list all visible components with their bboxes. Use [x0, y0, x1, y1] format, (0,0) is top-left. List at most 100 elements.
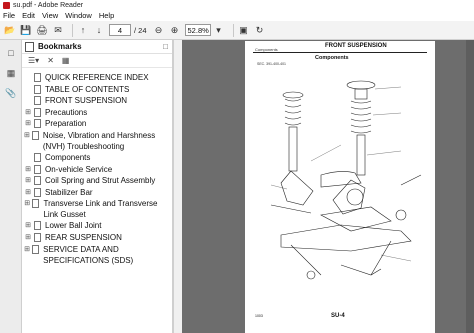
- bookmark-item[interactable]: ⊞ Transverse Link and Transverse Link Gus…: [22, 198, 172, 220]
- zoom-in-icon[interactable]: ⊕: [169, 24, 181, 36]
- bookmark-page-icon: [34, 221, 41, 231]
- bookmarks-panel-header: Bookmarks □: [22, 40, 172, 54]
- print-icon[interactable]: 🖨: [36, 24, 48, 36]
- bookmarks-panel-title: Bookmarks: [38, 42, 82, 51]
- page-total: / 24: [134, 25, 147, 35]
- save-icon[interactable]: 💾: [20, 24, 32, 36]
- pages-icon[interactable]: □: [4, 46, 18, 60]
- bookmark-list: QUICK REFERENCE INDEX TABLE OF CONTENTS FR…: [22, 68, 172, 266]
- bookmark-item[interactable]: TABLE OF CONTENTS: [22, 84, 172, 96]
- open-icon[interactable]: 📂: [4, 24, 16, 36]
- bookmark-page-icon: [34, 232, 41, 242]
- bookmark-label: QUICK REFERENCE INDEX: [45, 73, 149, 82]
- expand-plus-icon[interactable]: ⊞: [24, 244, 30, 255]
- expand-plus-icon[interactable]: ⊞: [24, 164, 32, 175]
- bookmark-page-icon: [34, 84, 41, 94]
- adobe-reader-icon: [3, 1, 10, 9]
- bookmark-label: Transverse Link and Transverse Link Guss…: [43, 199, 158, 220]
- page-number-input[interactable]: 4: [109, 24, 131, 36]
- suspension-diagram: [270, 80, 422, 280]
- bookmark-page-icon: [34, 152, 41, 162]
- bookmark-label: Coil Spring and Strut Assembly: [45, 176, 156, 186]
- title-bar: su.pdf - Adobe Reader: [0, 0, 474, 10]
- expand-plus-icon[interactable]: ⊞: [24, 130, 30, 141]
- zoom-level-field[interactable]: 52.8%: [184, 24, 211, 36]
- bookmark-page-icon: [34, 107, 41, 117]
- window-title: su.pdf - Adobe Reader: [13, 1, 84, 9]
- document-viewer: Components FRONT SUSPENSION Components S…: [182, 40, 474, 333]
- attachments-icon[interactable]: 📎: [4, 86, 18, 100]
- email-icon[interactable]: ✉: [52, 24, 64, 36]
- bookmark-label: Lower Ball Joint: [45, 221, 102, 231]
- expand-plus-icon[interactable]: ⊞: [24, 232, 32, 243]
- zoom-out-icon[interactable]: ⊖: [153, 24, 165, 36]
- bookmark-label: Stabilizer Bar: [45, 187, 93, 197]
- menu-help[interactable]: Help: [99, 11, 114, 20]
- bookmark-item[interactable]: FRONT SUSPENSION: [22, 95, 172, 107]
- bookmark-options-icon[interactable]: ☰▾: [28, 56, 39, 65]
- navigation-rail: □ ▦ 📎: [0, 40, 22, 333]
- expand-plus-icon[interactable]: ⊞: [24, 187, 32, 198]
- bookmark-label: SERVICE DATA AND SPECIFICATIONS (SDS): [43, 244, 134, 265]
- page-footer-left: 1003: [255, 314, 263, 318]
- expand-bookmark-icon[interactable]: ▦: [62, 56, 70, 65]
- bookmark-item[interactable]: ⊞ Noise, Vibration and Harshness (NVH) Tr…: [22, 130, 172, 152]
- document-scrollbar[interactable]: [466, 40, 474, 333]
- bookmark-label: Precautions: [45, 107, 88, 117]
- bookmark-label: FRONT SUSPENSION: [45, 96, 128, 106]
- bookmark-label: REAR SUSPENSION: [45, 232, 122, 242]
- bookmarks-toolbar: ☰▾ ✕ ▦: [22, 54, 172, 68]
- bookmark-page-icon: [34, 96, 41, 106]
- bookmark-item[interactable]: Components: [22, 152, 172, 164]
- bookmark-item[interactable]: ⊞ Lower Ball Joint: [22, 220, 172, 232]
- page-number-label: SU-4: [331, 313, 345, 319]
- bookmark-item[interactable]: ⊞ SERVICE DATA AND SPECIFICATIONS (SDS): [22, 244, 172, 266]
- zoom-dropdown-icon[interactable]: ▾: [213, 24, 225, 36]
- bookmark-page-icon: [34, 119, 41, 129]
- expand-plus-icon[interactable]: ⊞: [24, 220, 32, 231]
- bookmark-item[interactable]: ⊞ Precautions: [22, 107, 172, 119]
- menu-edit[interactable]: Edit: [22, 11, 35, 20]
- bookmark-page-icon: [34, 73, 41, 82]
- bookmark-icon: [25, 41, 34, 52]
- bookmark-label: TABLE OF CONTENTS: [45, 84, 130, 94]
- menu-window[interactable]: Window: [65, 11, 92, 20]
- bookmarks-icon[interactable]: ▦: [4, 66, 18, 80]
- bookmark-page-icon: [34, 164, 41, 174]
- bookmarks-panel: Bookmarks □ ☰▾ ✕ ▦ QUICK REFERENCE INDEX…: [22, 40, 174, 333]
- page-section-header: FRONT SUSPENSION: [325, 43, 387, 49]
- expand-plus-icon[interactable]: ⊞: [24, 175, 32, 186]
- menu-view[interactable]: View: [42, 11, 58, 20]
- bookmark-item[interactable]: ⊞ Coil Spring and Strut Assembly: [22, 175, 172, 187]
- menu-file[interactable]: File: [3, 11, 15, 20]
- bookmark-page-icon: [34, 187, 41, 197]
- bookmark-page-icon: [34, 176, 41, 186]
- bookmark-page-icon: [32, 244, 40, 254]
- bookmark-item[interactable]: ⊞ Stabilizer Bar: [22, 187, 172, 199]
- menu-bar: File Edit View Window Help: [0, 10, 474, 21]
- bookmark-label: On-vehicle Service: [45, 164, 113, 174]
- close-icon[interactable]: □: [163, 42, 168, 51]
- bookmark-label: Preparation: [45, 119, 87, 129]
- toolbar: 📂 💾 🖨 ✉ ↑ ↓ 4 / 24 ⊖ ⊕ 52.8% ▾ ▣ ↻: [0, 21, 474, 40]
- panel-scrollbar[interactable]: [174, 40, 182, 333]
- expand-plus-icon[interactable]: ⊞: [24, 118, 32, 129]
- toolbar-divider: [72, 23, 73, 37]
- fit-page-icon[interactable]: ▣: [238, 24, 250, 36]
- bookmark-label: Components: [45, 152, 91, 162]
- expand-plus-icon[interactable]: ⊞: [24, 107, 32, 118]
- bookmark-page-icon: [31, 130, 39, 140]
- expand-plus-icon[interactable]: ⊞: [24, 198, 30, 209]
- toolbar-divider: [232, 23, 234, 37]
- previous-page-icon[interactable]: ↑: [77, 24, 89, 36]
- bookmark-label: Noise, Vibration and Harshness (NVH) Tro…: [42, 130, 156, 151]
- rotate-icon[interactable]: ↻: [254, 24, 266, 36]
- bookmark-item[interactable]: ⊞ REAR SUSPENSION: [22, 232, 172, 244]
- bookmark-item[interactable]: ⊞ On-vehicle Service: [22, 164, 172, 176]
- delete-bookmark-icon[interactable]: ✕: [47, 56, 54, 65]
- pdf-page: Components FRONT SUSPENSION Components S…: [245, 41, 435, 333]
- page-heading: Components: [315, 55, 349, 61]
- bookmark-item[interactable]: ⊞ Preparation: [22, 118, 172, 130]
- next-page-icon[interactable]: ↓: [93, 24, 105, 36]
- bookmark-item[interactable]: QUICK REFERENCE INDEX: [22, 72, 172, 84]
